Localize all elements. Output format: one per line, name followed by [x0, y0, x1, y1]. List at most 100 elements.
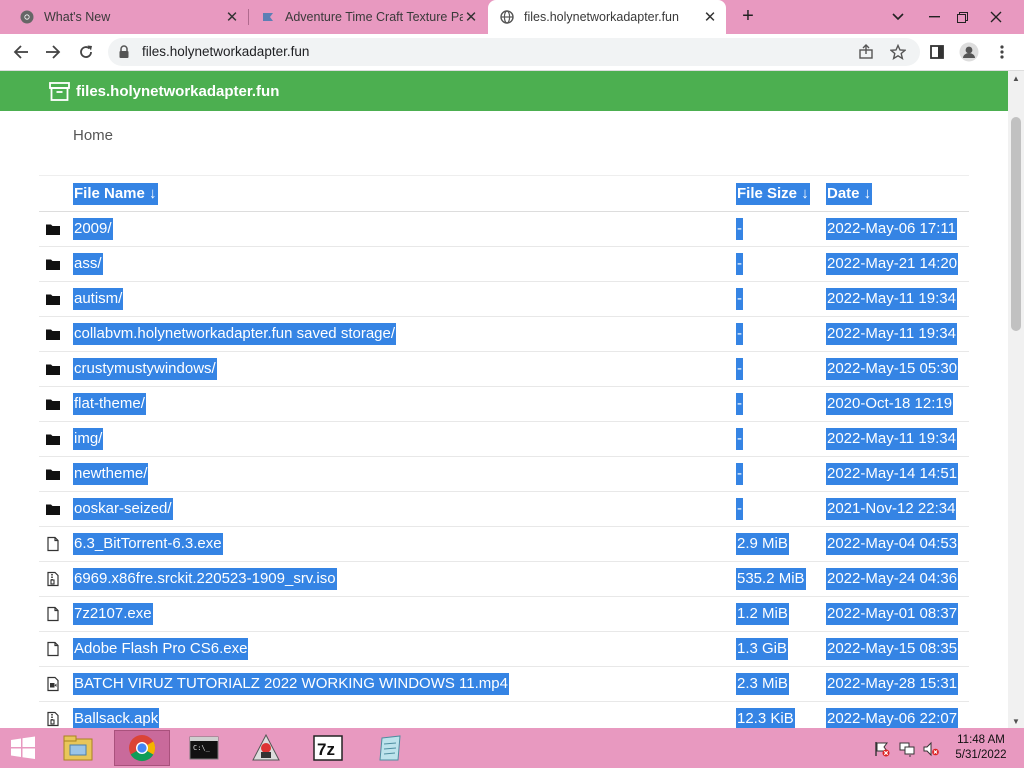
tab-title: What's New — [44, 10, 111, 24]
file-name-link[interactable]: Ballsack.apk — [73, 708, 160, 728]
file-name-link[interactable]: flat-theme/ — [73, 393, 146, 415]
windows-start-icon[interactable] — [8, 735, 38, 761]
sort-file-name-link[interactable]: File Name ↓ — [73, 183, 158, 205]
file-size: - — [736, 428, 743, 450]
file-name-link[interactable]: newtheme/ — [73, 463, 149, 485]
svg-text:7z: 7z — [317, 740, 335, 759]
close-window-button[interactable] — [978, 0, 1014, 34]
folder-icon — [45, 466, 61, 482]
address-bar[interactable]: files.holynetworkadapter.fun — [108, 38, 920, 66]
chevron-down-icon[interactable] — [880, 0, 916, 34]
taskbar: C:\_ 7z 11:48 AM 5/31/2022 — [0, 728, 1024, 768]
archive-file-icon — [45, 571, 61, 587]
file-date: 2022-May-01 08:37 — [826, 603, 959, 625]
file-date: 2022-May-11 19:34 — [826, 428, 957, 450]
file-name-link[interactable]: ooskar-seized/ — [73, 498, 173, 520]
table-row: 6969.x86fre.srckit.220523-1909_srv.iso 53… — [39, 562, 969, 597]
explorer-icon[interactable] — [50, 730, 106, 766]
kebab-menu-icon[interactable] — [990, 40, 1014, 64]
file-size: - — [736, 358, 743, 380]
craft-icon — [261, 10, 275, 24]
file-name-link[interactable]: 6969.x86fre.srckit.220523-1909_srv.iso — [73, 568, 337, 590]
network-icon[interactable] — [899, 741, 915, 757]
scrollbar-thumb[interactable] — [1011, 117, 1021, 331]
table-row: newtheme/ - 2022-May-14 14:51 — [39, 457, 969, 492]
reload-icon[interactable] — [74, 40, 98, 64]
sort-date-link[interactable]: Date ↓ — [826, 183, 873, 205]
clock-time: 11:48 AM — [957, 734, 1005, 746]
file-date: 2022-May-11 19:34 — [826, 288, 957, 310]
close-icon[interactable]: ✕ — [463, 9, 479, 26]
tab-files-active[interactable]: files.holynetworkadapter.fun ✕ — [488, 0, 726, 34]
file-date: 2022-May-14 14:51 — [826, 463, 959, 485]
java-icon[interactable] — [238, 730, 294, 766]
table-row: autism/ - 2022-May-11 19:34 — [39, 282, 969, 317]
file-date: 2022-May-24 04:36 — [826, 568, 959, 590]
file-name-link[interactable]: ass/ — [73, 253, 103, 275]
file-name-link[interactable]: 6.3_BitTorrent-6.3.exe — [73, 533, 223, 555]
file-name-link[interactable]: collabvm.holynetworkadapter.fun saved st… — [73, 323, 397, 345]
file-date: 2020-Oct-18 12:19 — [826, 393, 954, 415]
system-clock[interactable]: 11:48 AM 5/31/2022 — [944, 733, 1018, 763]
7zip-icon[interactable]: 7z — [300, 730, 356, 766]
clock-date: 5/31/2022 — [955, 749, 1007, 761]
action-center-flag-icon[interactable] — [874, 741, 890, 757]
chrome-icon[interactable] — [114, 730, 170, 766]
tab-whats-new[interactable]: What's New ✕ — [0, 0, 248, 34]
share-icon[interactable] — [854, 40, 878, 64]
file-icon — [45, 606, 61, 622]
file-name-link[interactable]: crustymustywindows/ — [73, 358, 217, 380]
forward-icon[interactable] — [41, 40, 65, 64]
table-row: Ballsack.apk 12.3 KiB 2022-May-06 22:07 — [39, 702, 969, 728]
cmd-icon[interactable]: C:\_ — [176, 730, 232, 766]
file-size: - — [736, 393, 743, 415]
lock-icon[interactable] — [118, 45, 130, 64]
file-date: 2021-Nov-12 22:34 — [826, 498, 957, 520]
chrome-icon — [20, 10, 34, 24]
svg-text:C:\_: C:\_ — [193, 744, 211, 752]
file-date: 2022-May-15 08:35 — [826, 638, 959, 660]
file-icon — [45, 641, 61, 657]
table-row: collabvm.holynetworkadapter.fun saved st… — [39, 317, 969, 352]
table-row: 7z2107.exe 1.2 MiB 2022-May-01 08:37 — [39, 597, 969, 632]
close-icon[interactable]: ✕ — [702, 9, 718, 26]
file-name-link[interactable]: 7z2107.exe — [73, 603, 153, 625]
file-size: - — [736, 288, 743, 310]
new-tab-button[interactable]: + — [737, 5, 759, 27]
volume-muted-icon[interactable] — [923, 741, 939, 757]
file-date: 2022-May-11 19:34 — [826, 323, 957, 345]
scroll-up-arrow-icon[interactable]: ▲ — [1008, 71, 1024, 85]
table-header: File Name ↓ File Size ↓ Date ↓ — [39, 175, 969, 212]
breadcrumb-home-link[interactable]: Home — [73, 127, 113, 144]
profile-avatar-icon[interactable] — [957, 40, 981, 64]
file-name-link[interactable]: autism/ — [73, 288, 124, 310]
tab-title: files.holynetworkadapter.fun — [524, 10, 679, 24]
file-size: 2.9 MiB — [736, 533, 789, 555]
file-name-link[interactable]: BATCH VIRUZ TUTORIALZ 2022 WORKING WINDO… — [73, 673, 509, 695]
back-icon[interactable] — [9, 40, 33, 64]
notepad-icon[interactable] — [362, 730, 418, 766]
site-header: files.holynetworkadapter.fun — [0, 71, 1008, 111]
folder-icon — [45, 501, 61, 517]
file-size: 1.2 MiB — [736, 603, 789, 625]
file-name-link[interactable]: Adobe Flash Pro CS6.exe — [73, 638, 249, 660]
sort-file-size-link[interactable]: File Size ↓ — [736, 183, 810, 205]
page-viewport: files.holynetworkadapter.fun Home File N… — [0, 71, 1008, 728]
table-row: ooskar-seized/ - 2021-Nov-12 22:34 — [39, 492, 969, 527]
bookmark-star-icon[interactable] — [886, 40, 910, 64]
tab-adventure-time[interactable]: Adventure Time Craft Texture Pa ✕ — [249, 0, 487, 34]
file-name-link[interactable]: 2009/ — [73, 218, 113, 240]
table-row: 2009/ - 2022-May-06 17:11 — [39, 212, 969, 247]
file-date: 2022-May-04 04:53 — [826, 533, 959, 555]
side-panel-icon[interactable] — [925, 40, 949, 64]
page-scrollbar[interactable]: ▲ ▼ — [1008, 71, 1024, 728]
archive-file-icon — [45, 711, 61, 727]
site-title-link[interactable]: files.holynetworkadapter.fun — [76, 83, 279, 100]
scroll-down-arrow-icon[interactable]: ▼ — [1008, 714, 1024, 728]
folder-icon — [45, 256, 61, 272]
file-name-link[interactable]: img/ — [73, 428, 104, 450]
restore-button[interactable] — [944, 0, 980, 34]
file-size: - — [736, 218, 743, 240]
close-icon[interactable]: ✕ — [224, 9, 240, 26]
folder-icon — [45, 326, 61, 342]
